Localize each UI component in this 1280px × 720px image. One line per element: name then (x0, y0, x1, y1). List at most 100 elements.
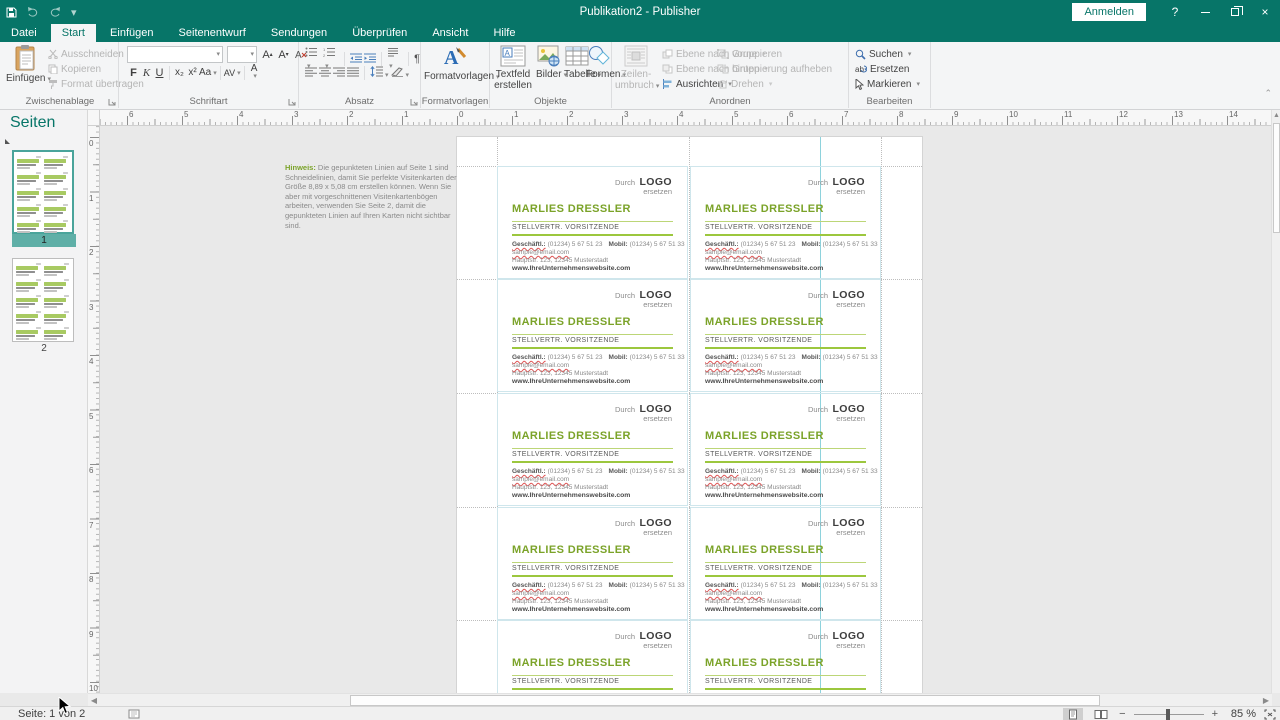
logo-placeholder[interactable]: Durch LOGO ersetzen (615, 630, 672, 650)
page-thumbnail-2[interactable]: 2 (12, 258, 76, 355)
dialog-launcher-icon[interactable] (410, 98, 418, 106)
business-card[interactable]: Durch LOGO ersetzen MARLIES DRESSLER STE… (690, 166, 881, 279)
line-spacing-button[interactable] (370, 66, 389, 80)
business-card[interactable]: Durch LOGO ersetzen MARLIES DRESSLER STE… (497, 393, 688, 506)
two-page-view-button[interactable] (1091, 708, 1111, 720)
logo-placeholder[interactable]: Durch LOGO ersetzen (615, 289, 672, 309)
font-name-combo[interactable] (127, 46, 223, 63)
logo-placeholder[interactable]: Durch LOGO ersetzen (808, 630, 865, 650)
green-rule (705, 575, 866, 577)
shapes-button[interactable]: Formen (586, 45, 612, 81)
tab-hilfe[interactable]: Hilfe (482, 24, 526, 42)
business-card[interactable]: Durch LOGO ersetzen MARLIES DRESSLER STE… (690, 507, 881, 620)
group-button[interactable]: Gruppieren (717, 47, 782, 61)
group-label-clipboard: Zwischenablage (2, 96, 118, 107)
tab-ueberpruefen[interactable]: Überprüfen (341, 24, 418, 42)
replace-button[interactable]: ab Ersetzen (855, 62, 909, 76)
zoom-level[interactable]: 85 % (1226, 708, 1256, 720)
underline-button[interactable]: U (153, 65, 166, 80)
horizontal-scrollbar[interactable]: ◀ ▶ (88, 693, 1272, 706)
logo-placeholder[interactable]: Durch LOGO ersetzen (808, 403, 865, 423)
business-card[interactable]: Durch LOGO ersetzen MARLIES DRESSLER STE… (690, 393, 881, 506)
align-left-button[interactable] (305, 67, 317, 80)
copy-button[interactable]: Kopieren (48, 62, 101, 76)
card-phones: Geschäftl.:(01234) 5 67 51 23Mobil:(0123… (512, 241, 685, 248)
change-case-button[interactable]: Aa (199, 65, 217, 80)
scroll-up-icon[interactable]: ▲ (1272, 110, 1280, 122)
fit-page-icon[interactable] (1264, 709, 1276, 720)
align-right-button[interactable] (333, 67, 345, 80)
dialog-launcher-icon[interactable] (108, 98, 116, 106)
close-button[interactable]: × (1250, 0, 1280, 24)
horizontal-scroll-thumb[interactable] (350, 695, 1100, 706)
tab-ansicht[interactable]: Ansicht (421, 24, 479, 42)
subscript-button[interactable]: x₂ (173, 65, 186, 80)
horizontal-ruler[interactable]: 65432101234567891011121314 (100, 110, 1272, 126)
paragraph-shading-button[interactable] (391, 66, 410, 80)
business-card[interactable]: Durch LOGO ersetzen MARLIES DRESSLER STE… (690, 279, 881, 392)
increase-indent-button[interactable] (364, 53, 376, 66)
ungroup-button[interactable]: Gruppierung aufheben (717, 62, 832, 76)
zoom-slider-thumb[interactable] (1166, 709, 1170, 720)
tab-sendungen[interactable]: Sendungen (260, 24, 338, 42)
font-color-button[interactable]: A (248, 65, 261, 80)
business-card[interactable]: Durch LOGO ersetzen MARLIES DRESSLER STE… (497, 279, 688, 392)
logo-placeholder[interactable]: Durch LOGO ersetzen (615, 176, 672, 196)
card-name: MARLIES DRESSLER (705, 203, 824, 215)
bold-button[interactable]: F (127, 65, 140, 80)
paste-button[interactable]: Einfügen (6, 45, 44, 85)
dialog-launcher-icon[interactable] (288, 98, 296, 106)
font-size-combo[interactable] (227, 46, 257, 63)
italic-button[interactable]: K (140, 65, 153, 80)
rotate-button[interactable]: Drehen (717, 77, 772, 91)
business-card[interactable]: Durch LOGO ersetzen MARLIES DRESSLER STE… (497, 166, 688, 279)
vertical-scrollbar[interactable]: ▲ (1271, 110, 1280, 693)
select-button[interactable]: Markieren (855, 77, 920, 91)
logo-placeholder[interactable]: Durch LOGO ersetzen (615, 517, 672, 537)
restore-button[interactable] (1220, 0, 1250, 24)
sign-in-button[interactable]: Anmelden (1072, 3, 1146, 21)
page-status[interactable]: Seite: 1 von 2 (18, 707, 85, 720)
superscript-button[interactable]: x² (186, 65, 199, 80)
grow-font-button[interactable]: A▴ (261, 47, 274, 62)
collapse-pane-icon[interactable] (5, 139, 10, 144)
character-spacing-button[interactable]: AV (224, 65, 241, 80)
zoom-slider[interactable] (1134, 708, 1204, 720)
page-thumbnail-1[interactable]: 1 (12, 150, 76, 247)
logo-placeholder[interactable]: Durch LOGO ersetzen (808, 289, 865, 309)
text-wrap-button[interactable]: Zeilen-umbruch (615, 45, 657, 92)
business-card[interactable]: Durch LOGO ersetzen MARLIES DRESSLER STE… (497, 620, 688, 693)
align-center-button[interactable] (319, 67, 331, 80)
shrink-font-button[interactable]: A▾ (277, 47, 290, 62)
tab-seitenentwurf[interactable]: Seitenentwurf (168, 24, 257, 42)
logo-placeholder[interactable]: Durch LOGO ersetzen (808, 176, 865, 196)
logo-placeholder[interactable]: Durch LOGO ersetzen (808, 517, 865, 537)
publication-page[interactable]: Durch LOGO ersetzen MARLIES DRESSLER STE… (457, 137, 922, 693)
single-page-view-button[interactable] (1063, 708, 1083, 720)
text-wrap-icon (624, 45, 648, 67)
show-marks-button[interactable]: ¶ (414, 53, 420, 65)
vertical-ruler[interactable]: 012345678910 (88, 126, 100, 693)
card-role: STELLVERTR. VORSITZENDE (705, 337, 812, 344)
page-format-icon[interactable] (128, 709, 140, 719)
draw-textbox-button[interactable]: A Textfelderstellen (492, 45, 534, 91)
zoom-in-button[interactable]: + (1212, 708, 1218, 720)
collapse-ribbon-icon[interactable]: ⌃ (1264, 88, 1272, 99)
pictures-button[interactable]: Bilder (536, 45, 562, 81)
hint-textbox[interactable]: Hinweis: Die gepunkteten Linien auf Seit… (285, 163, 457, 230)
help-button[interactable]: ? (1160, 0, 1190, 24)
zoom-out-button[interactable]: − (1119, 708, 1125, 720)
business-card[interactable]: Durch LOGO ersetzen MARLIES DRESSLER STE… (690, 620, 881, 693)
decrease-indent-button[interactable] (350, 53, 362, 66)
find-button[interactable]: Suchen (855, 47, 911, 61)
vertical-scroll-thumb[interactable] (1273, 123, 1280, 233)
cut-button[interactable]: Ausschneiden (48, 47, 124, 61)
business-card[interactable]: Durch LOGO ersetzen MARLIES DRESSLER STE… (497, 507, 688, 620)
tab-start[interactable]: Start (51, 24, 96, 42)
tab-einfuegen[interactable]: Einfügen (99, 24, 164, 42)
justify-button[interactable] (347, 67, 359, 80)
styles-button[interactable]: A Formatvorlagen (424, 45, 486, 83)
minimize-button[interactable] (1190, 0, 1220, 24)
tab-datei[interactable]: Datei (0, 24, 48, 42)
logo-placeholder[interactable]: Durch LOGO ersetzen (615, 403, 672, 423)
